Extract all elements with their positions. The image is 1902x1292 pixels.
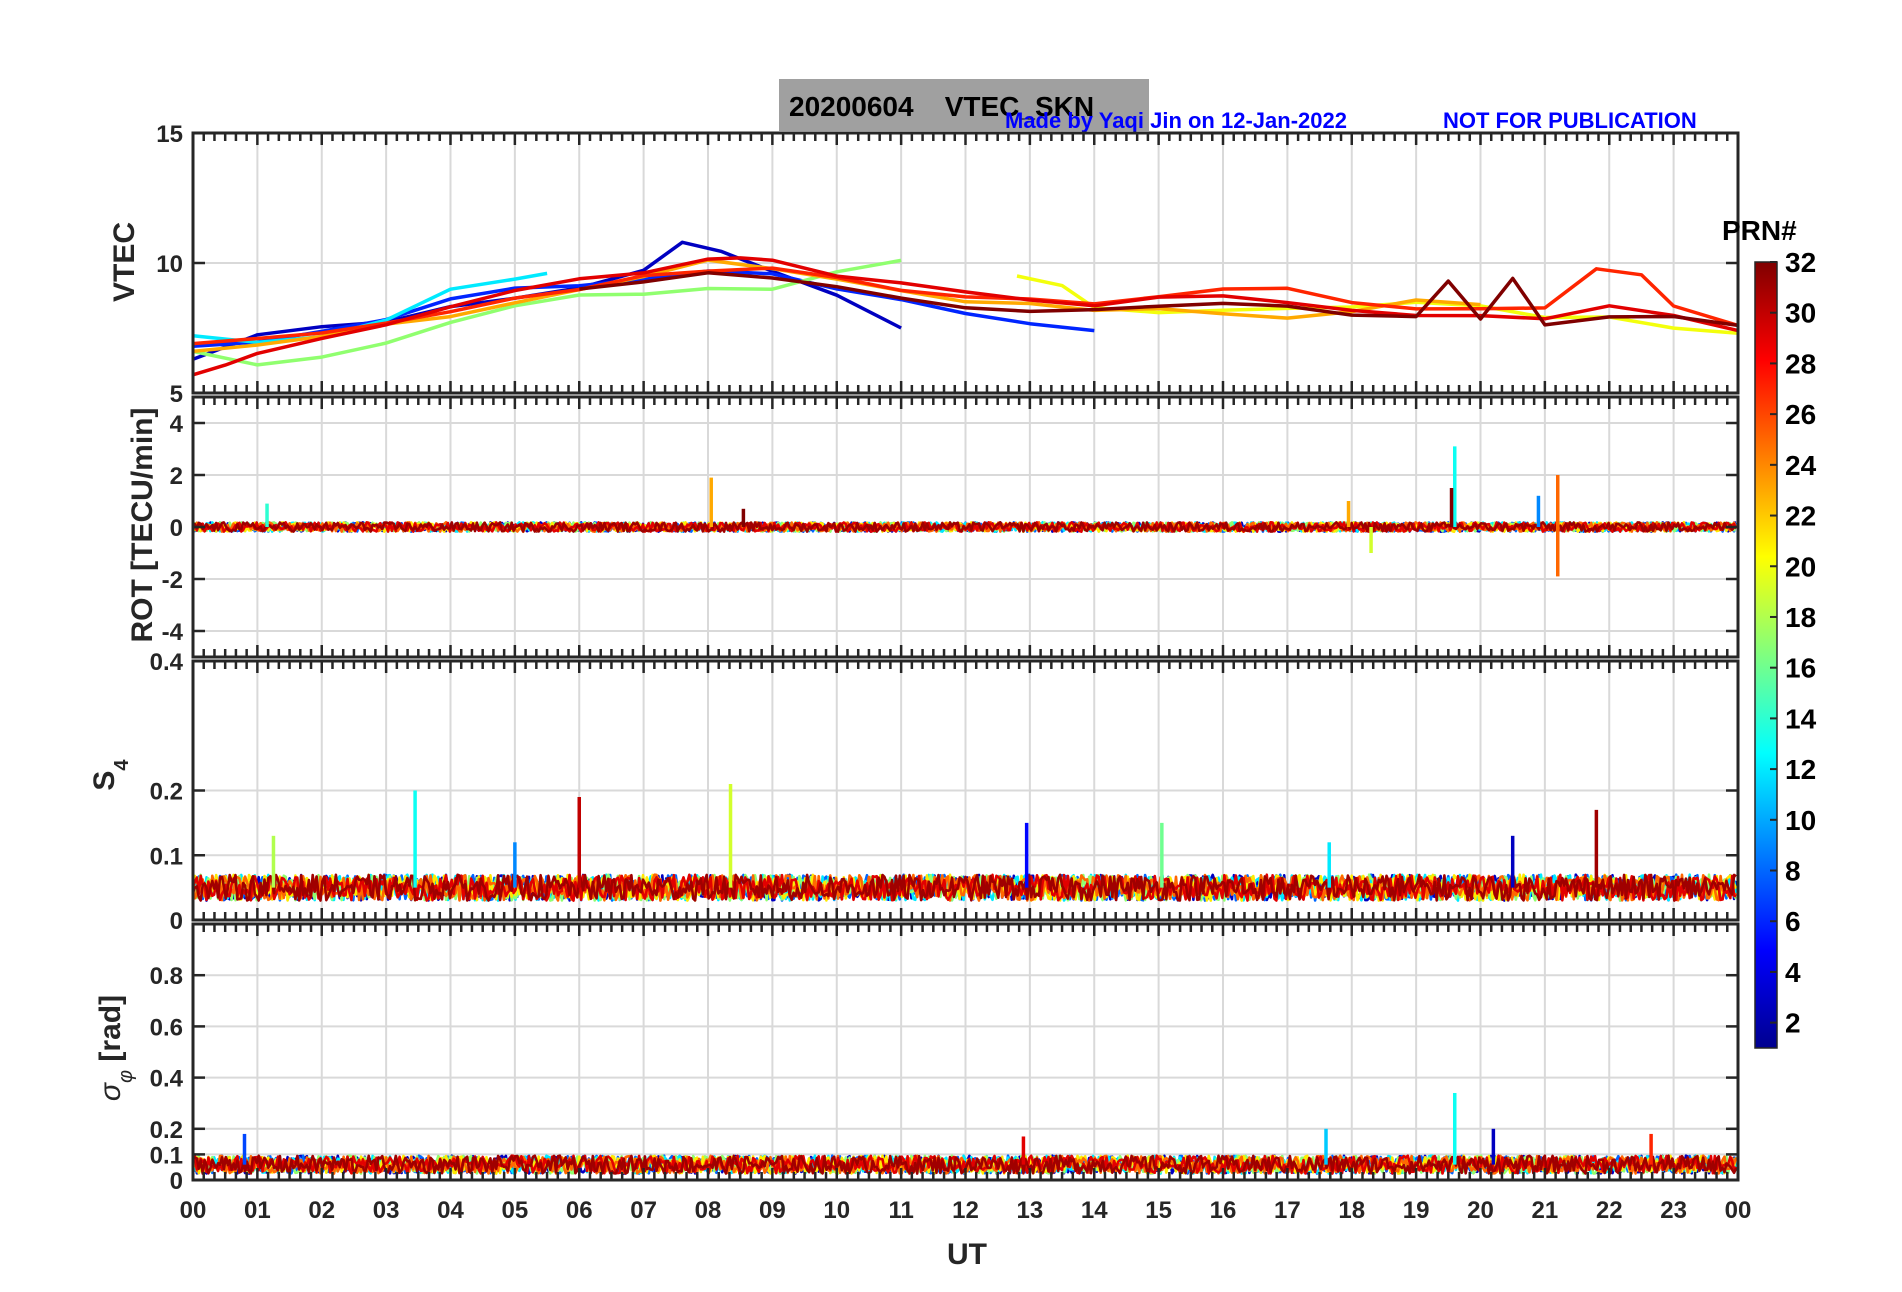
colorbar-tick-label: 28	[1785, 348, 1816, 379]
x-axis-label: UT	[947, 1238, 987, 1271]
colorbar-tick-label: 18	[1785, 602, 1816, 633]
y-tick-label: 0.2	[150, 1117, 183, 1144]
y-tick-label: 0.8	[150, 963, 183, 990]
x-tick-label: 19	[1403, 1197, 1430, 1224]
ionosphere-chart: 20200604 VTEC_SKN Made by Yaqi Jin on 12…	[88, 79, 1817, 1271]
y-tick-label: 0	[170, 908, 183, 935]
colorbar-tick-label: 32	[1785, 247, 1816, 278]
y-tick-label: 4	[170, 411, 184, 438]
colorbar-tick-label: 6	[1785, 906, 1801, 937]
colorbar-tick-label: 8	[1785, 856, 1801, 887]
colorbar-tick-label: 16	[1785, 653, 1816, 684]
vtec-panel: 5 10 15	[156, 121, 1740, 408]
rot-panel: -4 -2 0 2 4	[162, 395, 1740, 659]
colorbar-tick-label: 24	[1785, 450, 1817, 481]
x-tick-label: 23	[1660, 1197, 1687, 1224]
x-tick-labels: 00 01 02 03 04 05 06 07 08 09 10 11 12 13 14 15 16 17 18 19…	[180, 1197, 1752, 1224]
y-tick-label: 0.4	[150, 649, 184, 676]
y-tick-label: 10	[156, 251, 183, 278]
y-tick-label: 0	[170, 1168, 183, 1195]
y-tick-label: 0.4	[150, 1066, 184, 1093]
x-tick-label: 02	[308, 1197, 335, 1224]
s4-ylabel: S4	[88, 759, 133, 791]
x-tick-label: 17	[1274, 1197, 1301, 1224]
colorbar-tick-label: 10	[1785, 805, 1816, 836]
y-tick-label: 0.2	[150, 779, 183, 806]
x-tick-label: 00	[1725, 1197, 1752, 1224]
rot-ylabel: ROT [TECU/min]	[126, 408, 159, 643]
x-tick-label: 13	[1017, 1197, 1044, 1224]
sigma-phi-ylabel: σφ [rad]	[94, 995, 137, 1101]
colorbar	[1754, 261, 1778, 1049]
x-tick-label: 07	[630, 1197, 657, 1224]
credit-note: Made by Yaqi Jin on 12-Jan-2022	[1005, 108, 1347, 133]
colorbar-tick-label: 30	[1785, 298, 1816, 329]
colorbar-tick-label: 14	[1785, 703, 1817, 734]
y-tick-label: -2	[162, 567, 183, 594]
x-tick-label: 22	[1596, 1197, 1623, 1224]
x-tick-label: 15	[1145, 1197, 1172, 1224]
vtec-series-prn-17	[192, 258, 902, 367]
x-tick-label: 08	[695, 1197, 722, 1224]
x-tick-label: 10	[823, 1197, 850, 1224]
x-tick-label: 00	[180, 1197, 207, 1224]
y-tick-label: -4	[162, 619, 184, 646]
x-tick-label: 09	[759, 1197, 786, 1224]
x-tick-label: 01	[244, 1197, 271, 1224]
y-tick-label: 15	[156, 121, 183, 148]
y-tick-label: 0	[170, 515, 183, 542]
x-tick-label: 18	[1338, 1197, 1365, 1224]
colorbar-tick-label: 20	[1785, 551, 1816, 582]
sigma-phi-panel: 00.10.2 0.4 0.6 0.8	[150, 922, 1740, 1195]
x-tick-label: 05	[502, 1197, 529, 1224]
colorbar-tick-label: 12	[1785, 754, 1816, 785]
y-tick-label: 0.1	[150, 1142, 183, 1169]
x-tick-label: 12	[952, 1197, 979, 1224]
y-tick-label: 0.6	[150, 1014, 183, 1041]
colorbar-tick-label: 2	[1785, 1008, 1801, 1039]
colorbar-tick-label: 22	[1785, 501, 1816, 532]
x-tick-label: 14	[1081, 1197, 1108, 1224]
x-tick-label: 20	[1467, 1197, 1494, 1224]
x-tick-label: 04	[437, 1197, 464, 1224]
x-tick-label: 21	[1532, 1197, 1559, 1224]
colorbar-tick-label: 26	[1785, 399, 1816, 430]
vtec-ylabel: VTEC	[108, 222, 141, 302]
x-tick-label: 06	[566, 1197, 593, 1224]
colorbar-title: PRN#	[1722, 215, 1797, 246]
x-tick-label: 16	[1210, 1197, 1237, 1224]
colorbar-tick-label: 4	[1785, 957, 1801, 988]
s4-panel: 0 0.1 0.2 0.4	[150, 649, 1740, 935]
x-tick-label: 03	[373, 1197, 400, 1224]
y-tick-label: 2	[170, 463, 183, 490]
y-tick-label: 5	[170, 381, 183, 408]
y-tick-label: 0.1	[150, 843, 183, 870]
x-tick-label: 11	[888, 1197, 913, 1224]
publication-warning: NOT FOR PUBLICATION	[1443, 108, 1697, 133]
